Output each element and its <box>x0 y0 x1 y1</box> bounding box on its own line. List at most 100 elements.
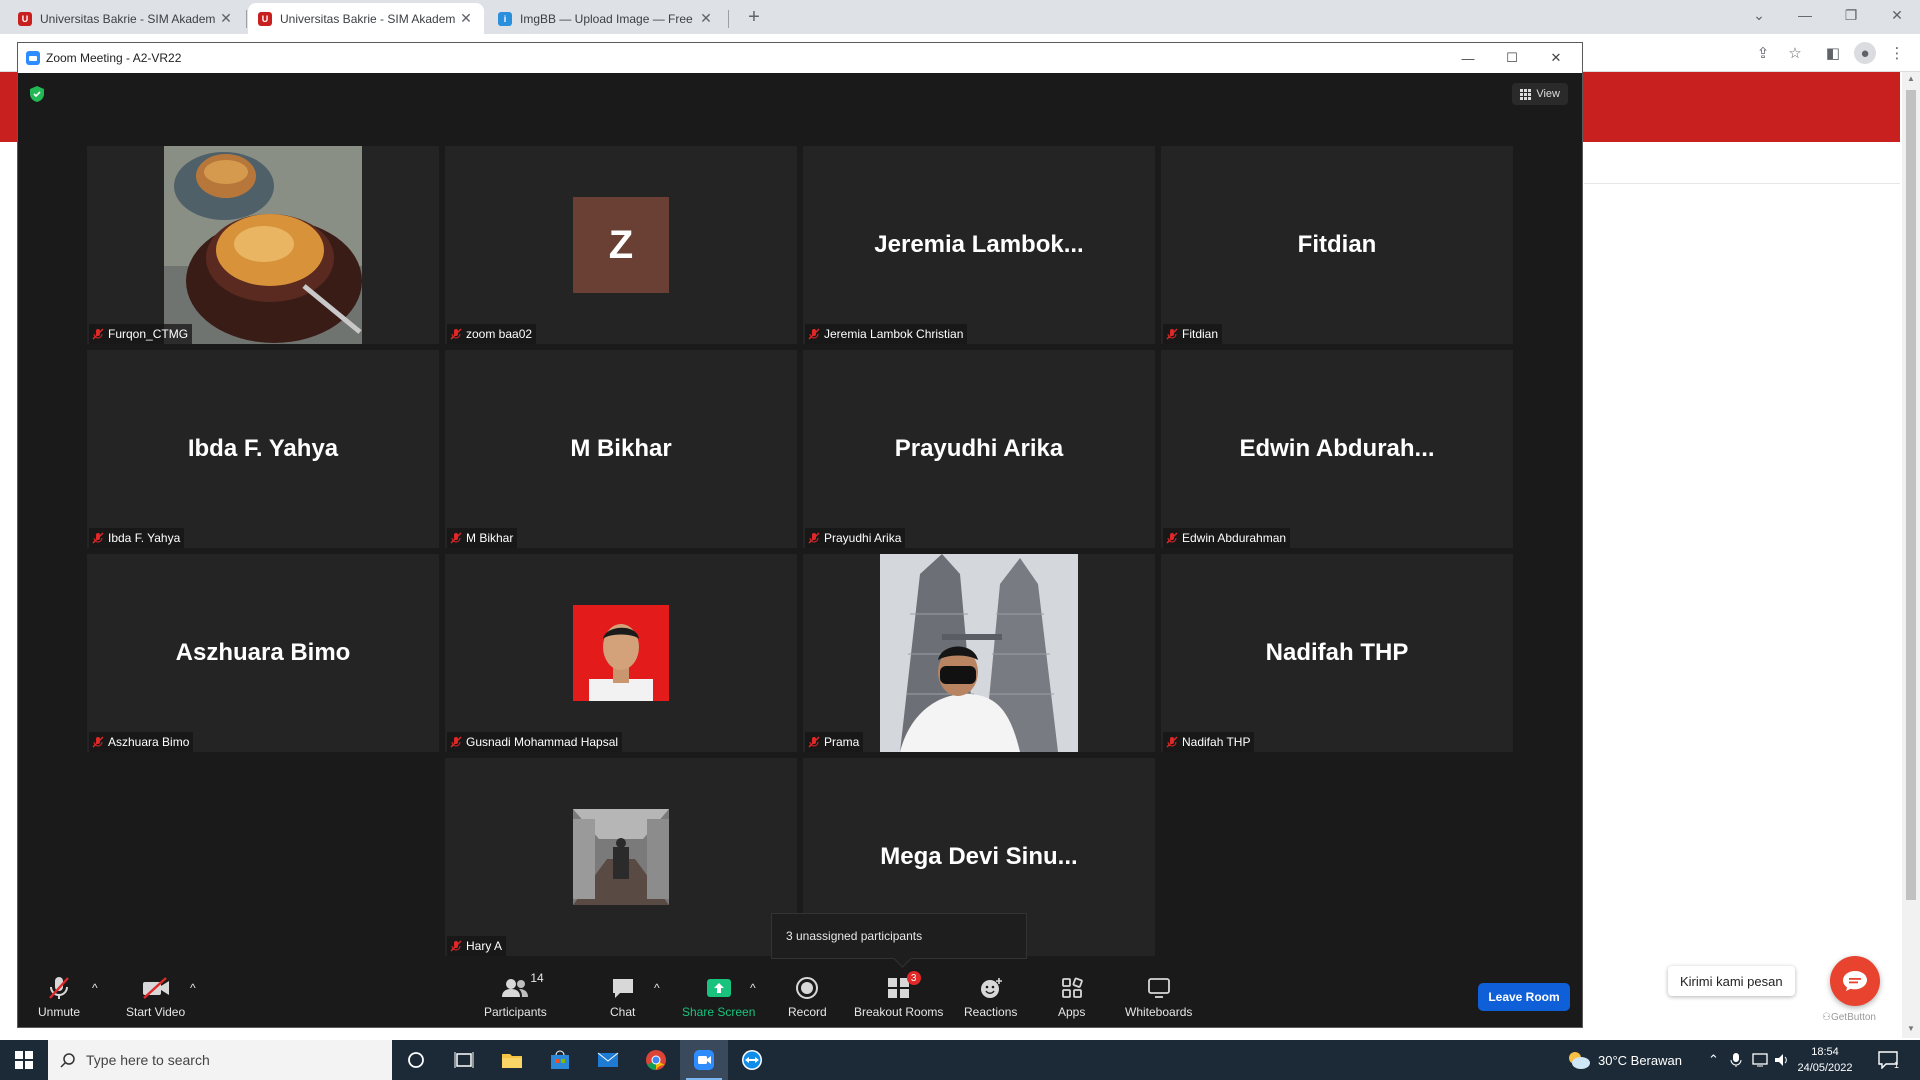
chat-prompt-bubble[interactable]: Kirimi kami pesan <box>1668 966 1795 996</box>
participant-photo <box>164 146 362 344</box>
task-view-icon[interactable] <box>440 1040 488 1080</box>
participant-tile[interactable]: Aszhuara Bimo Aszhuara Bimo <box>87 554 439 752</box>
unmute-button[interactable]: Unmute <box>38 975 80 1019</box>
audio-options-chevron-icon[interactable]: ^ <box>92 981 98 995</box>
zoom-close-icon[interactable]: ✕ <box>1534 43 1578 73</box>
partly-cloudy-icon <box>1569 1052 1590 1069</box>
grid-view-icon <box>1520 88 1532 100</box>
getbutton-credit[interactable]: ⚇GetButton <box>1822 1012 1876 1023</box>
participant-display-name: Edwin Abdurah... <box>1239 435 1435 462</box>
scroll-up-icon[interactable]: ▲ <box>1902 74 1920 88</box>
browser-tab-1[interactable]: U Universitas Bakrie - SIM Akadem ✕ <box>8 3 244 34</box>
folder-icon <box>502 1054 522 1068</box>
microphone-icon <box>1730 1053 1742 1067</box>
chat-button[interactable]: Chat <box>610 975 635 1019</box>
record-button[interactable]: Record <box>788 975 827 1019</box>
share-screen-button[interactable]: Share Screen <box>682 975 755 1019</box>
muted-mic-icon <box>92 532 104 544</box>
volume-tray-icon[interactable] <box>1774 1040 1790 1080</box>
participant-tile[interactable]: Jeremia Lambok... Jeremia Lambok Christi… <box>803 146 1155 344</box>
tab-search-chevron-icon[interactable]: ⌄ <box>1736 0 1782 30</box>
share-icon[interactable]: ⇪ <box>1752 42 1774 64</box>
chrome-icon[interactable] <box>632 1040 680 1080</box>
close-tab-icon[interactable]: ✕ <box>698 10 714 27</box>
participant-tile[interactable]: Z zoom baa02 <box>445 146 797 344</box>
participant-display-name: Prayudhi Arika <box>894 435 1064 462</box>
participants-button[interactable]: 14 Participants <box>484 971 547 1019</box>
encryption-shield-icon[interactable] <box>30 86 44 102</box>
microphone-tray-icon[interactable] <box>1730 1040 1742 1080</box>
profile-avatar-icon[interactable]: ● <box>1854 42 1876 64</box>
zoom-taskbar-icon[interactable] <box>680 1040 728 1080</box>
cortana-icon[interactable] <box>392 1040 440 1080</box>
tray-chevron-icon[interactable]: ⌃ <box>1708 1040 1719 1080</box>
participant-tile[interactable]: Fitdian Fitdian <box>1161 146 1513 344</box>
share-options-chevron-icon[interactable]: ^ <box>750 981 756 995</box>
side-panel-icon[interactable]: ◧ <box>1822 42 1844 64</box>
scrollbar-thumb[interactable] <box>1906 90 1916 900</box>
start-button[interactable] <box>0 1040 48 1080</box>
zoom-maximize-icon[interactable]: ☐ <box>1490 43 1534 73</box>
participant-tile[interactable]: Furqon_CTMG <box>87 146 439 344</box>
muted-mic-icon <box>808 532 820 544</box>
store-bag-icon <box>551 1050 569 1069</box>
participant-display-name: Aszhuara Bimo <box>175 639 351 666</box>
restore-icon[interactable]: ❐ <box>1828 0 1874 30</box>
zoom-title-bar: Zoom Meeting - A2-VR22 — ☐ ✕ <box>18 43 1582 73</box>
breakout-rooms-button[interactable]: 3 Breakout Rooms <box>854 971 943 1019</box>
participant-tile[interactable]: Prayudhi Arika Prayudhi Arika <box>803 350 1155 548</box>
participant-name: Edwin Abdurahman <box>1182 531 1287 545</box>
zoom-minimize-icon[interactable]: — <box>1446 43 1490 73</box>
new-tab-button[interactable]: + <box>742 6 766 29</box>
participant-tile[interactable]: M Bikhar M Bikhar <box>445 350 797 548</box>
chat-launcher-button[interactable] <box>1830 956 1880 1006</box>
microsoft-store-icon[interactable] <box>536 1040 584 1080</box>
teamviewer-icon[interactable] <box>728 1040 776 1080</box>
share-screen-icon <box>706 979 731 997</box>
speaker-icon <box>1775 1054 1787 1066</box>
taskbar-search-box[interactable]: Type here to search <box>48 1040 392 1080</box>
participant-tile[interactable]: Prama <box>803 554 1155 752</box>
muted-mic-icon <box>1166 532 1178 544</box>
scroll-down-icon[interactable]: ▼ <box>1902 1024 1920 1038</box>
participant-name-tag: zoom baa02 <box>447 324 537 344</box>
clock-date: 24/05/2022 <box>1797 1062 1853 1074</box>
weather-widget[interactable]: 30°C Berawan <box>1566 1040 1682 1080</box>
close-window-icon[interactable]: ✕ <box>1874 0 1920 30</box>
weather-text: 30°C Berawan <box>1598 1052 1682 1068</box>
browser-menu-icon[interactable]: ⋮ <box>1886 42 1908 64</box>
twin-towers-selfie-photo <box>880 554 1078 752</box>
unmute-label: Unmute <box>38 1005 81 1019</box>
close-tab-icon[interactable]: ✕ <box>458 10 474 27</box>
participant-name: Fitdian <box>1182 327 1219 341</box>
participant-tile[interactable]: Edwin Abdurah... Edwin Abdurahman <box>1161 350 1513 548</box>
participant-tile[interactable]: Gusnadi Mohammad Hapsal <box>445 554 797 752</box>
file-explorer-icon[interactable] <box>488 1040 536 1080</box>
leave-room-button[interactable]: Leave Room <box>1478 983 1570 1011</box>
whiteboards-button[interactable]: Whiteboards <box>1125 975 1192 1019</box>
imgbb-favicon-icon: i <box>498 11 512 26</box>
start-video-button[interactable]: Start Video <box>126 975 185 1019</box>
participant-tile[interactable]: Nadifah THP Nadifah THP <box>1161 554 1513 752</box>
chat-options-chevron-icon[interactable]: ^ <box>654 981 660 995</box>
minimize-icon[interactable]: — <box>1782 0 1828 30</box>
mail-icon[interactable] <box>584 1040 632 1080</box>
browser-tab-3[interactable]: i ImgBB — Upload Image — Free ✕ <box>488 3 724 34</box>
browser-tab-2[interactable]: U Universitas Bakrie - SIM Akadem ✕ <box>248 3 484 34</box>
participant-tile[interactable]: Hary A <box>445 758 797 956</box>
network-tray-icon[interactable] <box>1752 1040 1770 1080</box>
taskbar-clock[interactable]: 18:54 24/05/2022 <box>1790 1044 1860 1076</box>
reactions-button[interactable]: Reactions <box>964 975 1017 1019</box>
video-options-chevron-icon[interactable]: ^ <box>190 981 196 995</box>
apps-button[interactable]: Apps <box>1058 975 1085 1019</box>
participant-name: Jeremia Lambok Christian <box>824 327 964 341</box>
whiteboards-label: Whiteboards <box>1125 1005 1193 1019</box>
breakout-badge: 3 <box>906 971 921 985</box>
participant-name-tag: Gusnadi Mohammad Hapsal <box>447 732 623 752</box>
view-menu-button[interactable]: View <box>1512 83 1568 105</box>
close-tab-icon[interactable]: ✕ <box>218 10 234 27</box>
muted-mic-icon <box>808 328 820 340</box>
participant-tile[interactable]: Ibda F. Yahya Ibda F. Yahya <box>87 350 439 548</box>
notification-center-icon[interactable]: 1 <box>1878 1040 1899 1080</box>
bookmark-star-icon[interactable]: ☆ <box>1784 42 1806 64</box>
